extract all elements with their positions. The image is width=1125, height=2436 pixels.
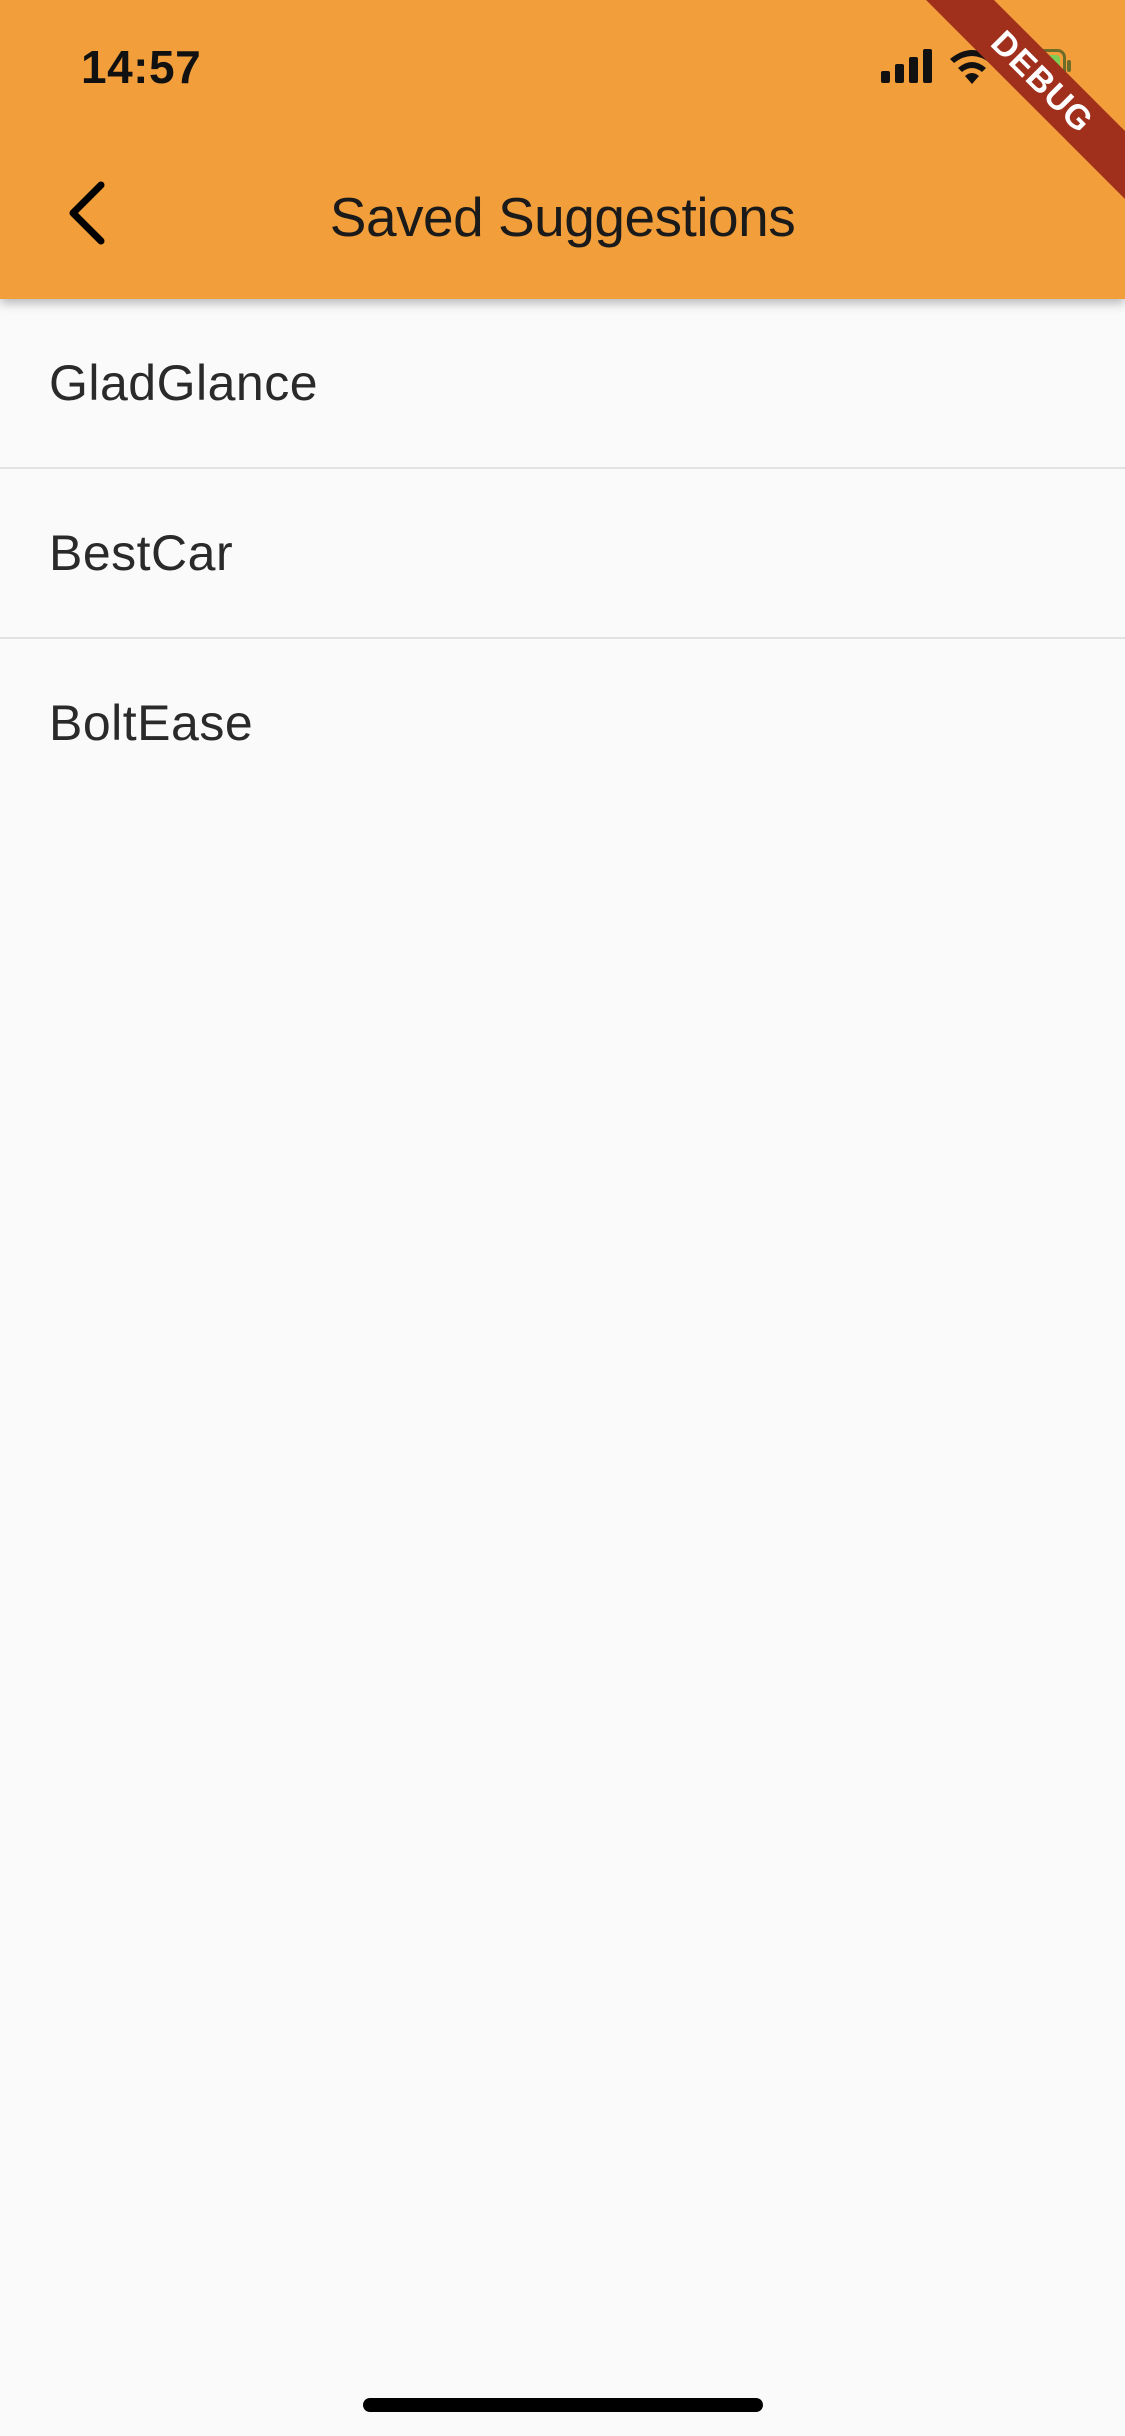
cellular-signal-icon — [881, 48, 935, 88]
list-item[interactable]: BestCar — [0, 469, 1125, 637]
status-time: 14:57 — [81, 41, 202, 93]
home-indicator[interactable] — [363, 2398, 763, 2412]
page-title: Saved Suggestions — [329, 186, 796, 248]
list-item[interactable]: GladGlance — [0, 299, 1125, 467]
wifi-icon — [949, 48, 995, 89]
saved-suggestions-list: GladGlance BestCar BoltEase — [0, 299, 1125, 807]
list-item[interactable]: BoltEase — [0, 639, 1125, 807]
app-bar: 14:57 Saved Suggestions — [0, 0, 1125, 299]
battery-charging-icon — [1009, 48, 1073, 88]
status-icons — [881, 48, 1073, 88]
